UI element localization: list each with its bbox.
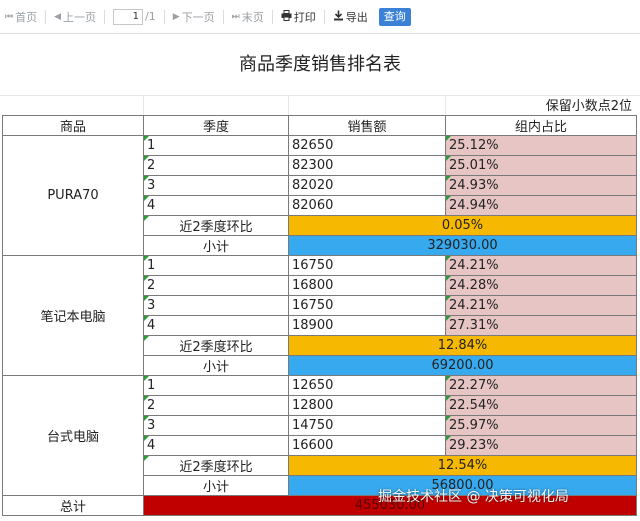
share-cell: 24.93%: [445, 175, 637, 196]
export-button[interactable]: 导出: [328, 9, 373, 25]
quarter-cell: 1: [143, 135, 289, 156]
report-title: 商品季度销售排名表: [239, 54, 401, 75]
print-button[interactable]: 打印: [276, 9, 321, 25]
sales-cell: 16800: [288, 275, 446, 296]
ratio-label-cell: 近2季度环比: [143, 335, 289, 356]
header-sales: 销售额: [288, 115, 446, 136]
subtotal-value-cell: 329030.00: [288, 235, 637, 256]
subtotal-label-cell: 小计: [143, 235, 289, 256]
table-row: 台式电脑 1 12650 22.27%: [2, 375, 637, 496]
sheet-grid-lines: [0, 95, 640, 116]
share-cell: 25.12%: [445, 135, 637, 156]
skip-last-icon: ⏭: [231, 11, 240, 22]
sales-cell: 12650: [288, 375, 446, 396]
query-button[interactable]: 查询: [378, 7, 411, 26]
quarter-cell: 4: [143, 435, 289, 456]
sales-cell: 82060: [288, 195, 446, 216]
sales-cell: 16750: [288, 255, 446, 276]
toolbar-divider: [104, 9, 106, 24]
quarter-cell: 3: [143, 175, 289, 196]
product-cell: PURA70: [2, 135, 144, 256]
quarter-cell: 3: [143, 415, 289, 436]
quarter-cell: 1: [143, 255, 289, 276]
sales-cell: 14750: [288, 415, 446, 436]
share-cell: 22.54%: [445, 395, 637, 416]
quarter-cell: 2: [143, 395, 289, 416]
toolbar-divider: [163, 9, 165, 24]
table-row: 笔记本电脑 1 16750 24.21%: [2, 255, 637, 376]
toolbar-divider: [45, 9, 47, 24]
share-cell: 27.31%: [445, 315, 637, 336]
precision-note: 保留小数点2位: [545, 99, 632, 114]
share-cell: 24.28%: [445, 275, 637, 296]
first-page-label: 首页: [15, 10, 38, 24]
download-icon: [333, 10, 344, 24]
printer-icon: [281, 9, 292, 24]
product-cell: 台式电脑: [2, 375, 144, 496]
subtotal-label-cell: 小计: [143, 355, 289, 376]
header-quarter: 季度: [143, 115, 289, 136]
sales-cell: 18900: [288, 315, 446, 336]
ratio-label-cell: 近2季度环比: [143, 455, 289, 476]
header-share: 组内占比: [445, 115, 637, 136]
table-header-row: 商品 季度 销售额 组内占比: [2, 115, 637, 136]
ratio-value-cell: 12.54%: [288, 455, 637, 476]
next-page-button[interactable]: ▶ 下一页: [168, 9, 220, 25]
sales-ranking-table: 商品 季度 销售额 组内占比 PURA70 1 82650 25.12% 2 8…: [2, 115, 637, 516]
share-cell: 22.27%: [445, 375, 637, 396]
page-total-label: /1: [145, 10, 156, 23]
subtotal-value-cell: 69200.00: [288, 355, 637, 376]
share-cell: 25.01%: [445, 155, 637, 176]
last-page-button[interactable]: ⏭ 末页: [227, 9, 269, 25]
quarter-cell: 1: [143, 375, 289, 396]
sales-cell: 16600: [288, 435, 446, 456]
total-label-cell: 总计: [2, 495, 144, 516]
quarter-cell: 2: [143, 275, 289, 296]
toolbar-divider: [271, 9, 273, 24]
ratio-label-cell: 近2季度环比: [143, 215, 289, 236]
page-indicator: /1: [108, 8, 161, 25]
sales-cell: 82650: [288, 135, 446, 156]
ratio-value-cell: 0.05%: [288, 215, 637, 236]
quarter-cell: 3: [143, 295, 289, 316]
share-cell: 25.97%: [445, 415, 637, 436]
triangle-left-icon: ◀: [54, 11, 62, 22]
sales-cell: 82020: [288, 175, 446, 196]
watermark: 掘金技术社区 @ 决策可视化局: [378, 489, 569, 505]
share-cell: 24.21%: [445, 255, 637, 276]
share-cell: 24.21%: [445, 295, 637, 316]
sales-cell: 16750: [288, 295, 446, 316]
prev-page-label: 上一页: [63, 10, 97, 24]
share-cell: 29.23%: [445, 435, 637, 456]
first-page-button[interactable]: ⏮ 首页: [0, 9, 42, 25]
report-toolbar: ⏮ 首页 ◀ 上一页 /1 ▶ 下一页 ⏭ 末页 打印 导出 查询: [0, 0, 640, 34]
sales-cell: 82300: [288, 155, 446, 176]
triangle-right-icon: ▶: [172, 11, 180, 22]
ratio-value-cell: 12.84%: [288, 335, 637, 356]
next-page-label: 下一页: [181, 10, 215, 24]
share-cell: 24.94%: [445, 195, 637, 216]
print-label: 打印: [293, 10, 316, 24]
export-label: 导出: [345, 10, 368, 24]
quarter-cell: 2: [143, 155, 289, 176]
toolbar-divider: [222, 9, 224, 24]
toolbar-divider: [323, 9, 325, 24]
product-cell: 笔记本电脑: [2, 255, 144, 376]
table-row: PURA70 1 82650 25.12%: [2, 135, 637, 256]
sales-cell: 12800: [288, 395, 446, 416]
subtotal-label-cell: 小计: [143, 475, 289, 496]
prev-page-button[interactable]: ◀ 上一页: [49, 9, 101, 25]
page-number-input[interactable]: [113, 8, 144, 25]
skip-first-icon: ⏮: [5, 11, 14, 22]
quarter-cell: 4: [143, 315, 289, 336]
header-product: 商品: [2, 115, 144, 136]
quarter-cell: 4: [143, 195, 289, 216]
last-page-label: 末页: [241, 10, 264, 24]
